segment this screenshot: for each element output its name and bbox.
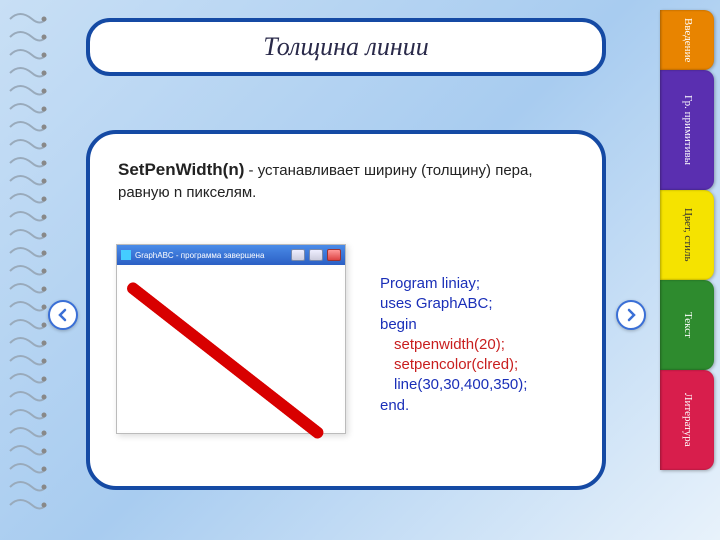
spiral-binding xyxy=(8,12,48,512)
tab-intro[interactable]: Введение xyxy=(660,10,714,70)
side-tabs: Введение Гр. примитивы Цвет, стиль Текст… xyxy=(660,10,714,470)
close-button[interactable] xyxy=(327,249,341,261)
maximize-button[interactable] xyxy=(309,249,323,261)
code-line: Program liniay; xyxy=(380,275,480,292)
minimize-button[interactable] xyxy=(291,249,305,261)
next-button[interactable] xyxy=(616,300,646,330)
tab-primitives[interactable]: Гр. примитивы xyxy=(660,70,714,190)
window-titlebar: GraphABC - программа завершена xyxy=(117,245,345,265)
code-block: Program liniay; uses GraphABC; begin set… xyxy=(380,274,527,416)
slide-title: Толщина линии xyxy=(263,32,428,62)
code-line: setpencolor(clred); xyxy=(380,355,527,375)
tab-color-style[interactable]: Цвет, стиль xyxy=(660,190,714,280)
tab-literature[interactable]: Литература xyxy=(660,370,714,470)
code-line: begin xyxy=(380,316,417,333)
canvas xyxy=(119,267,343,431)
code-line: line(30,30,400,350); xyxy=(380,375,527,395)
content-box: SetPenWidth(n) - устанавливает ширину (т… xyxy=(86,130,606,490)
code-line: end. xyxy=(380,397,409,414)
chevron-right-icon xyxy=(624,308,638,322)
program-window: GraphABC - программа завершена xyxy=(116,244,346,434)
slide-title-box: Толщина линии xyxy=(86,18,606,76)
prev-button[interactable] xyxy=(48,300,78,330)
drawn-line xyxy=(125,280,327,441)
window-title: GraphABC - программа завершена xyxy=(135,251,264,260)
description: SetPenWidth(n) - устанавливает ширину (т… xyxy=(118,158,574,203)
code-line: setpenwidth(20); xyxy=(380,335,527,355)
function-name: SetPenWidth(n) xyxy=(118,160,244,179)
app-icon xyxy=(121,250,131,260)
code-line: uses GraphABC; xyxy=(380,295,493,312)
tab-text[interactable]: Текст xyxy=(660,280,714,370)
chevron-left-icon xyxy=(56,308,70,322)
